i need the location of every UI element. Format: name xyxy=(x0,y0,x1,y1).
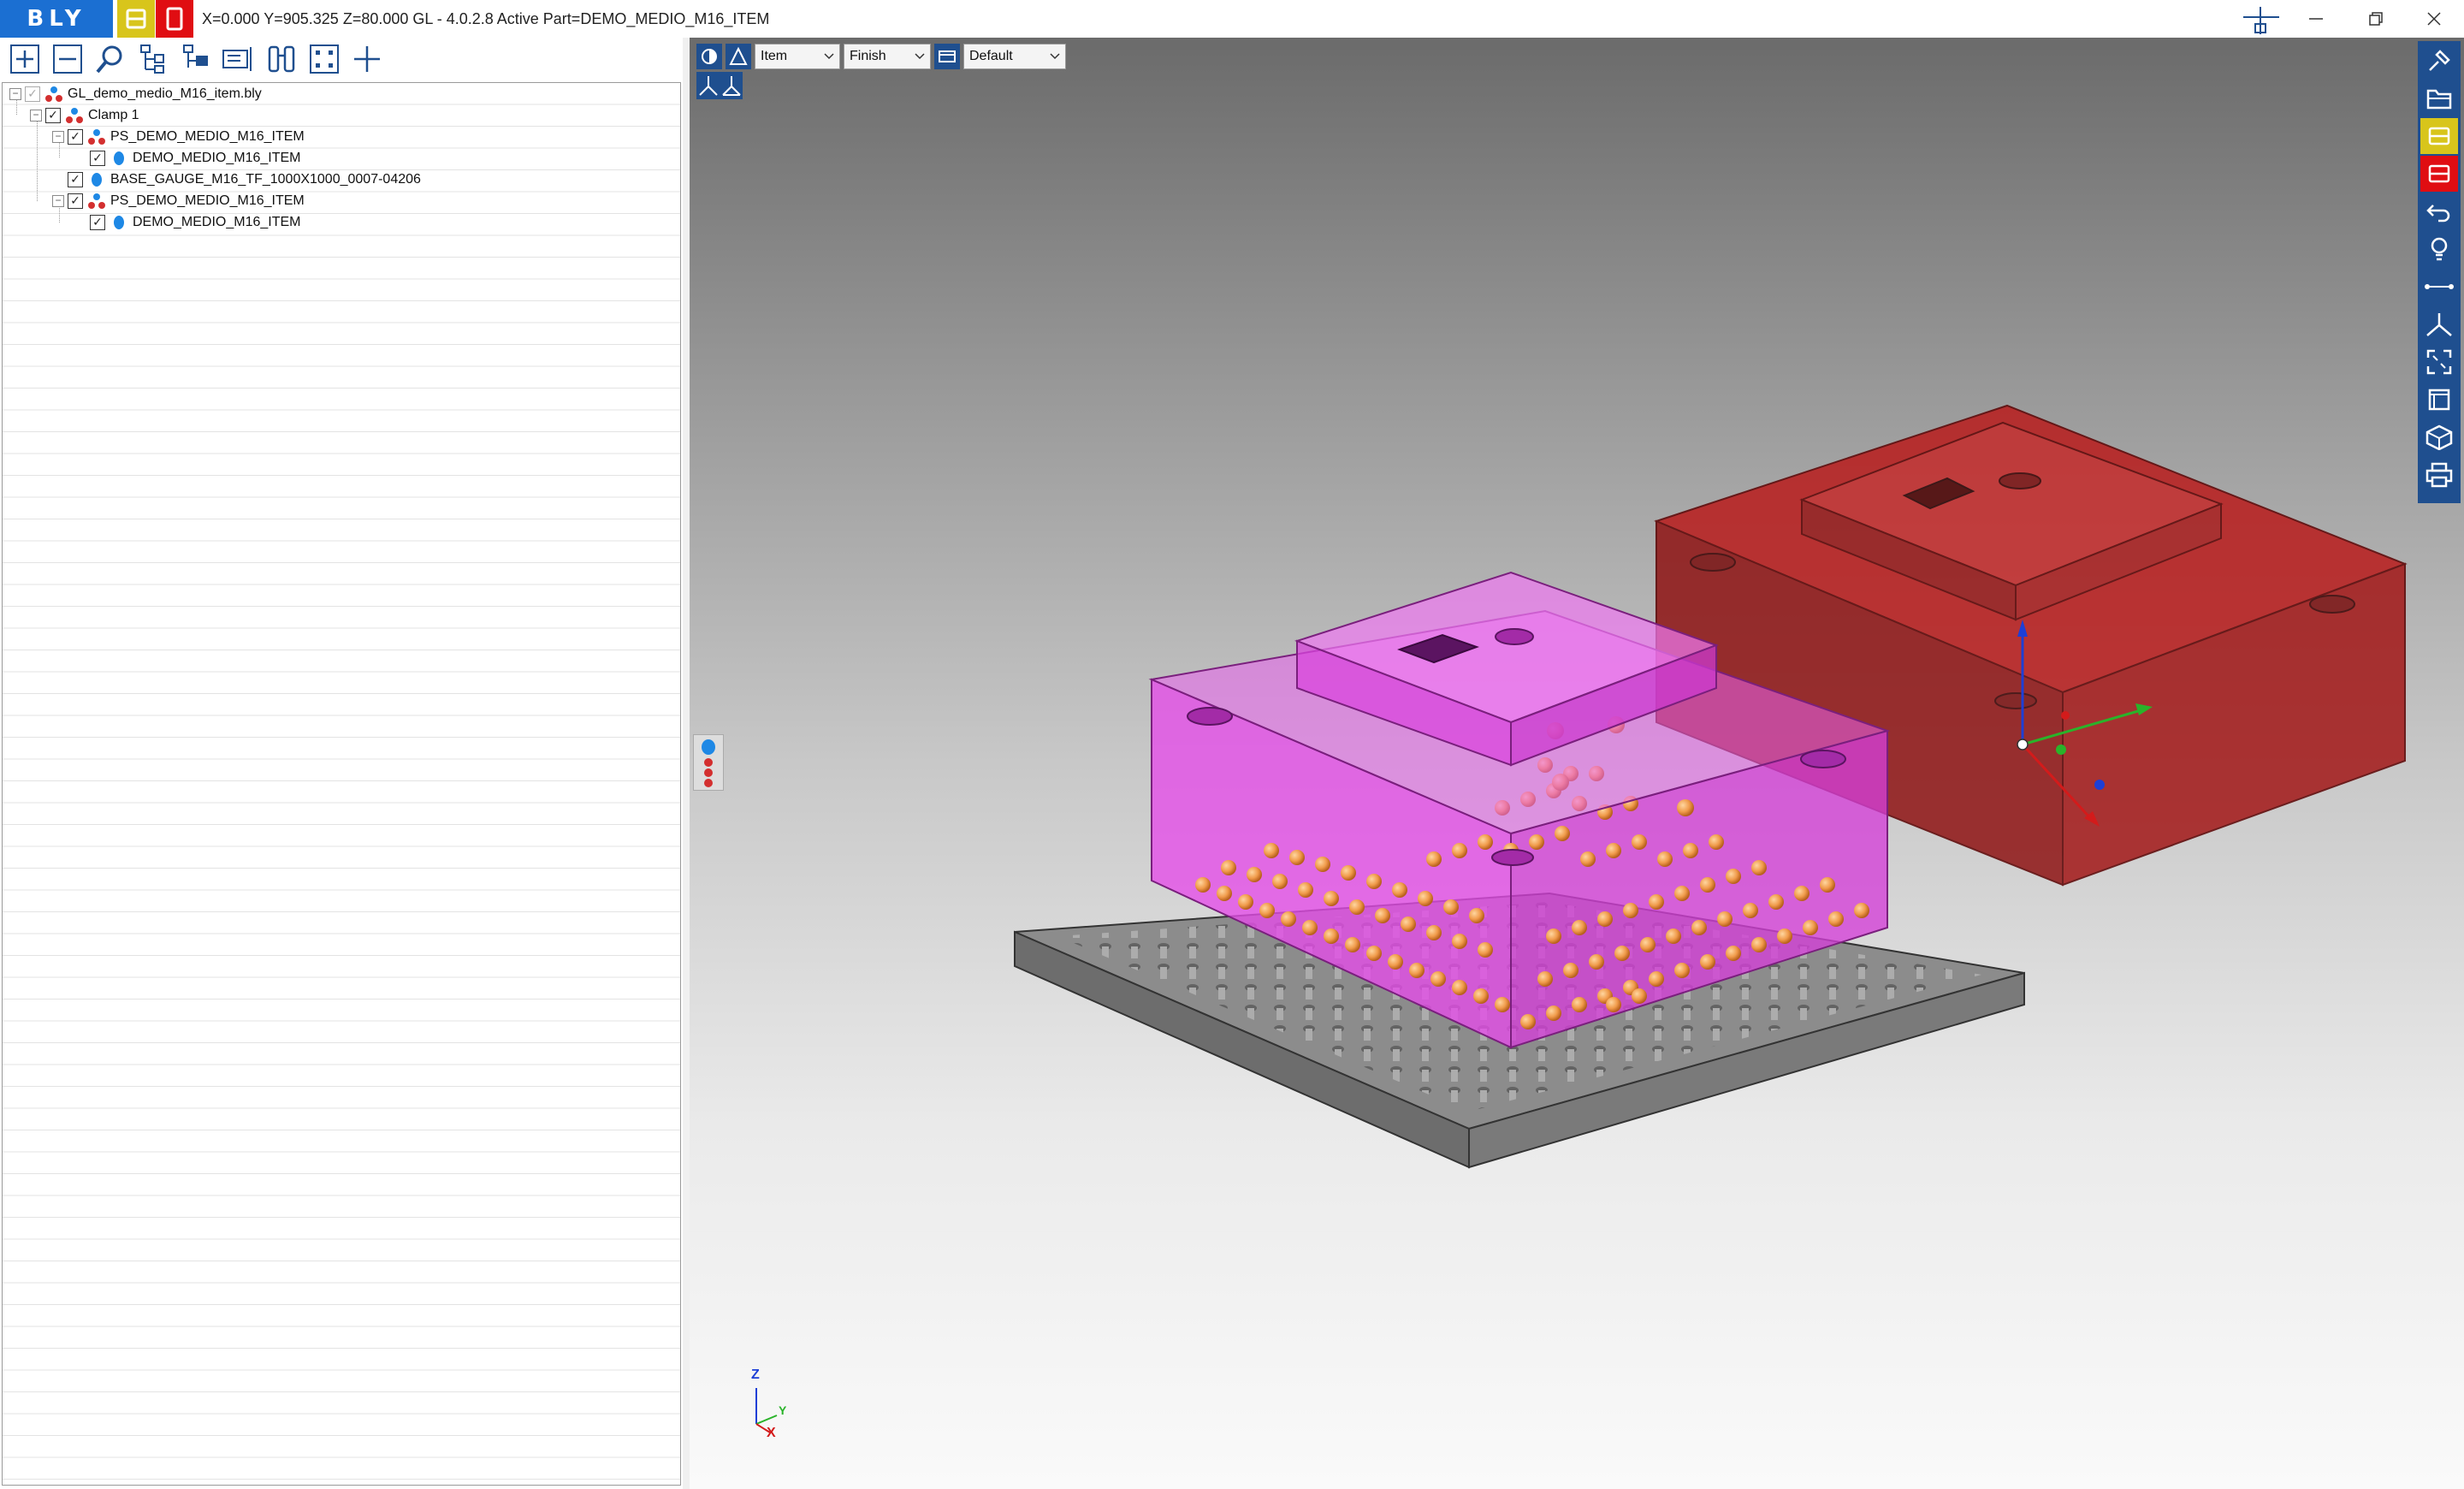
tree-item-label: DEMO_MEDIO_M16_ITEM xyxy=(133,214,301,229)
light-bulb-icon[interactable] xyxy=(2420,231,2458,267)
assembly-icon xyxy=(66,107,83,123)
collapse-toggle-icon[interactable]: − xyxy=(52,194,64,207)
tree-add-icon[interactable] xyxy=(178,41,214,77)
axis-indicator: Z Y X xyxy=(732,1364,801,1441)
axis-z-label: Z xyxy=(751,1367,760,1382)
axis-x-label: X xyxy=(767,1426,776,1440)
checkbox[interactable]: ✓ xyxy=(90,214,105,230)
tree-item-base-gauge[interactable]: ✓ BASE_GAUGE_M16_TF_1000X1000_0007-04206 xyxy=(68,169,421,190)
part-icon xyxy=(114,215,124,229)
checkbox[interactable]: ✓ xyxy=(25,86,40,102)
title-pin-icon[interactable] xyxy=(2242,5,2279,36)
checkbox[interactable]: ✓ xyxy=(68,193,83,209)
part-icon xyxy=(114,151,124,165)
tree-item-label: PS_DEMO_MEDIO_M16_ITEM xyxy=(110,193,305,208)
collapse-toggle-icon[interactable]: − xyxy=(52,130,64,143)
panel-splitter[interactable] xyxy=(683,38,690,1489)
tree-properties-icon[interactable] xyxy=(221,41,257,77)
yellow-b-icon[interactable] xyxy=(2420,118,2458,154)
part-icon xyxy=(92,172,102,187)
undo-icon[interactable] xyxy=(2420,193,2458,229)
collapse-all-icon[interactable] xyxy=(50,41,86,77)
pin-icon[interactable] xyxy=(2420,43,2458,79)
open-folder-icon[interactable] xyxy=(2420,80,2458,116)
title-bar: BLY X=0.000 Y=905.325 Z=80.000 GL - 4.0.… xyxy=(0,0,2464,38)
assembly-icon xyxy=(88,193,105,209)
tree-item-label: DEMO_MEDIO_M16_ITEM xyxy=(133,150,301,165)
tree-toolbar xyxy=(0,38,683,80)
tree-item-part-2[interactable]: ✓ DEMO_MEDIO_M16_ITEM xyxy=(90,211,300,233)
checkbox[interactable]: ✓ xyxy=(68,128,83,145)
iso-view-icon[interactable] xyxy=(2420,419,2458,455)
tree-item-root[interactable]: − ✓ GL_demo_medio_M16_item.bly xyxy=(9,83,262,104)
collapse-toggle-icon[interactable]: − xyxy=(30,109,42,122)
restore-button[interactable] xyxy=(2346,0,2406,38)
tree-item-ps-2[interactable]: − ✓ PS_DEMO_MEDIO_M16_ITEM xyxy=(52,190,305,211)
assembly-icon xyxy=(88,128,105,145)
tree-item-label: BASE_GAUGE_M16_TF_1000X1000_0007-04206 xyxy=(110,171,421,187)
assembly-icon xyxy=(45,86,62,102)
red-b-icon[interactable] xyxy=(2420,156,2458,192)
expand-all-icon[interactable] xyxy=(7,41,43,77)
checkbox[interactable]: ✓ xyxy=(68,171,83,187)
close-button[interactable] xyxy=(2404,0,2464,38)
tree-item-label: PS_DEMO_MEDIO_M16_ITEM xyxy=(110,128,305,144)
tree-item-clamp[interactable]: − ✓ Clamp 1 xyxy=(30,104,139,126)
app-logo: BLY xyxy=(0,0,113,38)
minimize-button[interactable] xyxy=(2286,0,2346,38)
checkbox[interactable]: ✓ xyxy=(45,107,61,123)
binoculars-icon[interactable] xyxy=(264,41,299,77)
add-icon[interactable] xyxy=(349,41,385,77)
tree-structure-icon[interactable] xyxy=(135,41,171,77)
collapse-toggle-icon[interactable]: − xyxy=(9,87,21,100)
fit-screen-icon[interactable] xyxy=(2420,344,2458,380)
search-icon[interactable] xyxy=(92,41,128,77)
3d-viewport[interactable]: Item Finish Default Z Y X xyxy=(690,38,2464,1489)
assembly-tree: − ✓ GL_demo_medio_M16_item.bly − ✓ Clamp… xyxy=(2,82,681,1486)
tree-item-ps-1[interactable]: − ✓ PS_DEMO_MEDIO_M16_ITEM xyxy=(52,126,305,147)
fit-nodes-icon[interactable] xyxy=(306,41,342,77)
print-icon[interactable] xyxy=(2420,457,2458,493)
tree-item-part-1[interactable]: ✓ DEMO_MEDIO_M16_ITEM xyxy=(90,147,300,169)
axes-icon[interactable] xyxy=(2420,306,2458,342)
checkbox[interactable]: ✓ xyxy=(90,150,105,166)
view-box-icon[interactable] xyxy=(2420,382,2458,418)
measure-icon[interactable] xyxy=(2420,269,2458,305)
right-toolbar xyxy=(2418,41,2461,503)
tree-item-label: Clamp 1 xyxy=(88,107,139,122)
window-title: X=0.000 Y=905.325 Z=80.000 GL - 4.0.2.8 … xyxy=(202,10,770,27)
axis-y-label: Y xyxy=(779,1403,787,1417)
red-b-button[interactable] xyxy=(156,0,193,38)
tree-item-label: GL_demo_medio_M16_item.bly xyxy=(68,86,262,101)
yellow-b-button[interactable] xyxy=(117,0,155,38)
3d-scene xyxy=(1014,404,2408,1169)
